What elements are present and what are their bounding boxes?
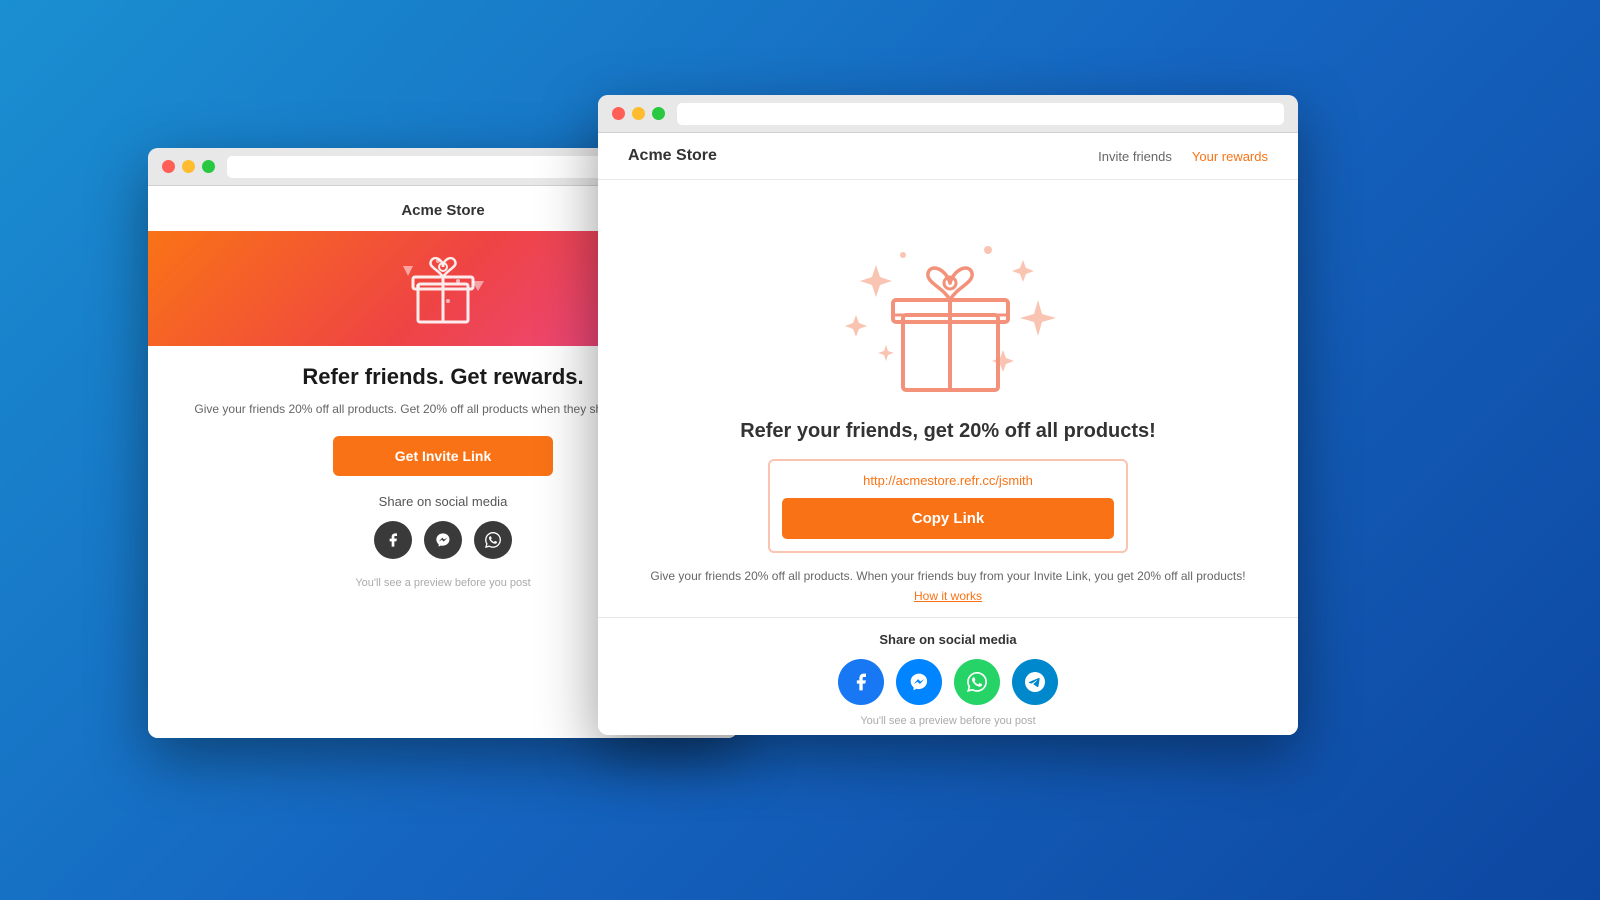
front-minimize-button[interactable] <box>632 107 645 120</box>
front-title-bar <box>598 95 1298 133</box>
back-minimize-button[interactable] <box>182 160 195 173</box>
front-window-content: Acme Store Invite friends Your rewards <box>598 133 1298 735</box>
front-divider <box>598 617 1298 618</box>
front-description: Give your friends 20% off all products. … <box>628 567 1268 585</box>
front-facebook-button[interactable] <box>838 659 884 705</box>
front-body: Refer your friends, get 20% off all prod… <box>598 180 1298 735</box>
front-headline: Refer your friends, get 20% off all prod… <box>628 420 1268 443</box>
front-social-icons <box>628 659 1268 705</box>
front-nav-links: Invite friends Your rewards <box>1098 149 1268 164</box>
front-preview-note: You'll see a preview before you post <box>628 715 1268 727</box>
front-nav: Acme Store Invite friends Your rewards <box>598 133 1298 180</box>
front-telegram-button[interactable] <box>1012 659 1058 705</box>
front-messenger-button[interactable] <box>896 659 942 705</box>
back-traffic-lights <box>162 160 215 173</box>
front-maximize-button[interactable] <box>652 107 665 120</box>
front-share-label: Share on social media <box>628 632 1268 647</box>
referral-link-box: http://acmestore.refr.cc/jsmith Copy Lin… <box>768 459 1128 553</box>
front-traffic-lights <box>612 107 665 120</box>
front-browser-window: Acme Store Invite friends Your rewards <box>598 95 1298 735</box>
copy-link-button[interactable]: Copy Link <box>782 498 1114 539</box>
front-store-name: Acme Store <box>628 147 717 165</box>
back-facebook-button[interactable] <box>374 521 412 559</box>
your-rewards-nav-link[interactable]: Your rewards <box>1192 149 1268 164</box>
referral-link-text: http://acmestore.refr.cc/jsmith <box>782 473 1114 488</box>
gift-hero-illustration <box>628 200 1268 410</box>
back-whatsapp-button[interactable] <box>474 521 512 559</box>
front-address-bar[interactable] <box>677 103 1284 125</box>
back-close-button[interactable] <box>162 160 175 173</box>
back-maximize-button[interactable] <box>202 160 215 173</box>
invite-friends-nav-link[interactable]: Invite friends <box>1098 149 1172 164</box>
how-it-works-link[interactable]: How it works <box>628 589 1268 603</box>
get-invite-link-button[interactable]: Get Invite Link <box>333 436 553 476</box>
front-whatsapp-button[interactable] <box>954 659 1000 705</box>
front-close-button[interactable] <box>612 107 625 120</box>
back-messenger-button[interactable] <box>424 521 462 559</box>
